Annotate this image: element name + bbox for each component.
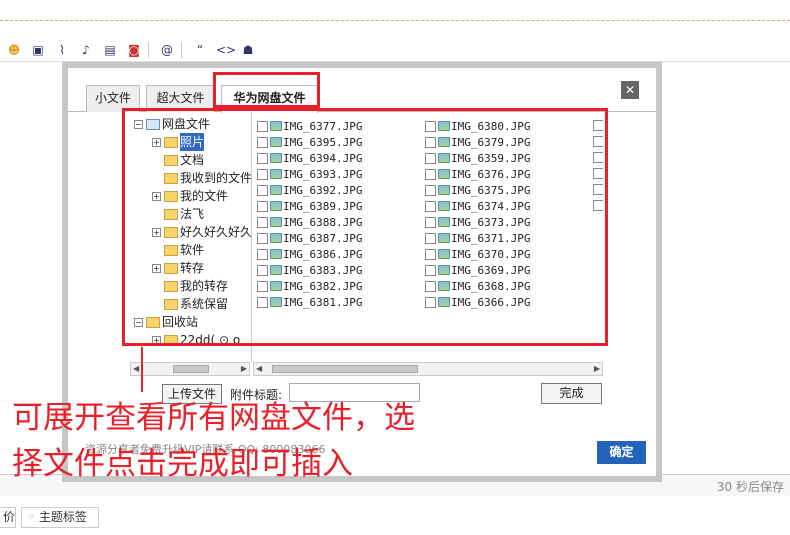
image-icon[interactable]: ▣ [30, 42, 46, 58]
toolbar-separator [181, 41, 182, 58]
music-icon[interactable]: ♪ [78, 42, 94, 58]
topic-tag-button[interactable]: ◦ 主题标签 [21, 507, 99, 528]
highlight-content-box [122, 108, 608, 346]
scroll-right-icon[interactable]: ▶ [241, 363, 247, 375]
editor-toolbar: ☻ ▣ ⌇ ♪ ▤ ◙ @ “ <> ☗ [0, 38, 790, 62]
topic-tag-label: 主题标签 [38, 510, 87, 524]
files-scroll-thumb[interactable] [272, 365, 418, 373]
annotation-line-1: 可展开查看所有网盘文件，选 [12, 400, 415, 436]
highlight-tab-box [213, 72, 320, 108]
editor-divider [0, 20, 790, 21]
done-button[interactable]: 完成 [541, 383, 602, 404]
confirm-button[interactable]: 确定 [597, 441, 646, 464]
scroll-right-icon[interactable]: ▶ [594, 363, 600, 375]
scroll-left-icon[interactable]: ◀ [133, 363, 139, 375]
code-icon[interactable]: <> [216, 42, 236, 58]
at-icon[interactable]: @ [159, 42, 175, 58]
close-button[interactable]: ✕ [621, 81, 639, 99]
bottom-button-left[interactable]: 价 [0, 507, 16, 528]
attachment-icon[interactable]: ⌇ [54, 42, 70, 58]
tree-scroll-thumb[interactable] [173, 365, 209, 373]
toolbar-separator [148, 41, 149, 58]
quote-icon[interactable]: “ [192, 42, 208, 58]
annotation-line-2: 择文件点击完成即可插入 [12, 446, 353, 482]
tree-scrollbar[interactable]: ◀ ▶ [130, 362, 250, 376]
dialog-tabs: 小文件 超大文件 华为网盘文件 [68, 68, 656, 113]
files-scrollbar[interactable]: ◀ ▶ [253, 362, 603, 376]
qq-icon[interactable]: ☗ [240, 42, 256, 58]
scroll-left-icon[interactable]: ◀ [256, 363, 262, 375]
video-icon[interactable]: ▤ [102, 42, 118, 58]
flash-icon[interactable]: ◙ [126, 42, 142, 58]
emoji-icon[interactable]: ☻ [6, 42, 22, 58]
annotation-pointer [141, 347, 143, 392]
topic-tag-icon: ◦ [28, 510, 39, 524]
autosave-status: 30 秒后保存 [716, 480, 784, 494]
